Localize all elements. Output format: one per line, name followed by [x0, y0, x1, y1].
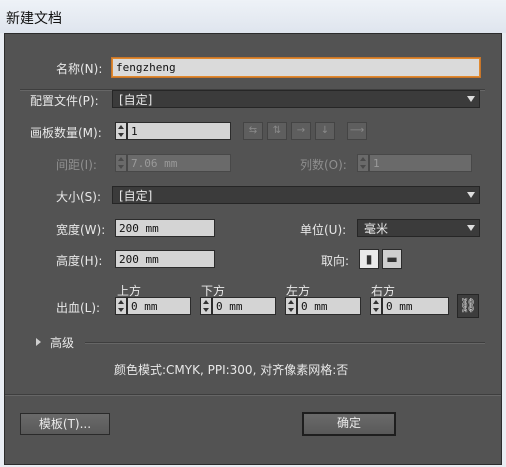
- chevron-down-icon: [467, 192, 475, 198]
- chevron-down-icon: [467, 96, 475, 102]
- size-select[interactable]: [自定]: [112, 186, 480, 204]
- disclosure-triangle-icon[interactable]: [36, 338, 41, 346]
- columns-label: 列数(O):: [300, 158, 347, 172]
- units-select[interactable]: 毫米: [357, 219, 480, 237]
- height-input[interactable]: 200 mm: [115, 250, 215, 268]
- right-arrow-icon[interactable]: ⟶: [347, 122, 367, 140]
- artboards-input[interactable]: 1: [127, 122, 231, 140]
- bleed-right-stepper[interactable]: [370, 297, 382, 315]
- columns-input[interactable]: 1: [369, 154, 472, 172]
- summary-text: 颜色模式:CMYK, PPI:300, 对齐像素网格:否: [114, 363, 349, 377]
- bleed-left-input[interactable]: 0 mm: [297, 297, 361, 315]
- landscape-icon[interactable]: ▬: [382, 249, 402, 269]
- artboards-stepper[interactable]: [115, 122, 127, 140]
- columns-stepper[interactable]: [357, 154, 369, 172]
- units-value: 毫米: [364, 222, 389, 236]
- grid-by-row-icon[interactable]: ⇆: [243, 122, 263, 140]
- arrange-by-row-icon[interactable]: →: [291, 122, 311, 140]
- portrait-icon[interactable]: ▮: [359, 249, 379, 269]
- profile-select[interactable]: [自定]: [112, 90, 480, 108]
- name-label: 名称(N):: [56, 62, 103, 76]
- arrange-by-column-icon[interactable]: ↓: [315, 122, 335, 140]
- window-titlebar: 新建文档: [0, 0, 506, 33]
- size-label: 大小(S):: [56, 190, 102, 204]
- advanced-label[interactable]: 高级: [50, 334, 74, 351]
- bleed-right-input[interactable]: 0 mm: [382, 297, 449, 315]
- divider: [5, 394, 501, 396]
- units-label: 单位(U):: [300, 223, 347, 237]
- bleed-bottom-input[interactable]: 0 mm: [212, 297, 276, 315]
- spacing-input[interactable]: 7.06 mm: [127, 154, 231, 172]
- divider: [85, 342, 485, 344]
- window-title: 新建文档: [6, 11, 62, 27]
- bleed-top-stepper[interactable]: [115, 297, 127, 315]
- width-label: 宽度(W):: [56, 223, 106, 237]
- spacing-label: 间距(I):: [56, 158, 97, 172]
- ok-button[interactable]: 确定: [302, 412, 396, 436]
- chevron-down-icon: [467, 225, 475, 231]
- grid-by-column-icon[interactable]: ⇅: [267, 122, 287, 140]
- templates-button[interactable]: 模板(T)...: [20, 413, 110, 435]
- new-document-dialog: 名称(N): fengzheng 配置文件(P): [自定] 画板数量(M): …: [4, 33, 502, 465]
- chain-link-icon[interactable]: ⛓: [457, 294, 479, 318]
- width-input[interactable]: 200 mm: [115, 219, 215, 237]
- bleed-left-stepper[interactable]: [285, 297, 297, 315]
- orientation-label: 取向:: [321, 254, 350, 268]
- spacing-stepper[interactable]: [115, 154, 127, 172]
- size-value: [自定]: [119, 189, 153, 203]
- bleed-label: 出血(L):: [56, 301, 101, 315]
- artboards-label: 画板数量(M):: [30, 126, 102, 140]
- height-label: 高度(H):: [56, 254, 103, 268]
- bleed-bottom-stepper[interactable]: [200, 297, 212, 315]
- bleed-top-input[interactable]: 0 mm: [127, 297, 191, 315]
- profile-value: [自定]: [119, 93, 153, 107]
- profile-label: 配置文件(P):: [30, 94, 99, 108]
- name-input[interactable]: fengzheng: [112, 58, 480, 77]
